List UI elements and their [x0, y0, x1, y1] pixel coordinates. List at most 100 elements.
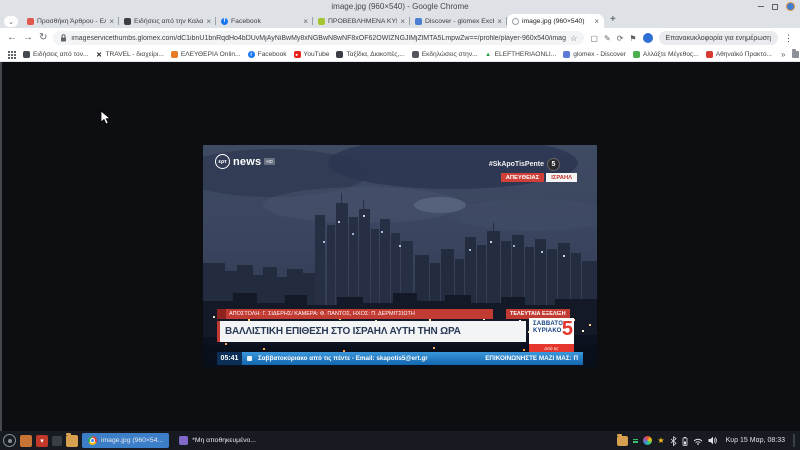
bookmark-athinaiko[interactable]: Αθηναϊκό Πρακτο...: [706, 51, 772, 58]
hashtag-text: #SkApoTisPente: [489, 161, 544, 168]
window-edge-line: [0, 62, 2, 431]
taskbar-window-editor[interactable]: *Μη αποθηκευμένο...: [173, 433, 262, 448]
taskbar-clock[interactable]: Κυρ 15 Μαρ, 08:33: [726, 437, 785, 444]
bookmark-label: Αθηναϊκό Πρακτο...: [716, 51, 772, 58]
task-label: image.jpg (960×54...: [101, 437, 163, 444]
refresh-extension-icon[interactable]: ⟳: [617, 34, 624, 43]
flag-extension-icon[interactable]: ⚑: [629, 34, 636, 43]
tab-image-jpg-active[interactable]: image.jpg (960×540) ×: [507, 14, 604, 28]
bookmark-label: Facebook: [258, 51, 287, 58]
tray-color-wheel-icon[interactable]: [643, 436, 652, 445]
extension-box-icon[interactable]: ▢: [590, 34, 598, 43]
tab-close-icon[interactable]: ×: [497, 17, 502, 26]
news-headline-banner: ΒΑΛΛΙΣΤΙΚΗ ΕΠΙΘΕΣΗ ΣΤΟ ΙΣΡΑΗΛ ΑΥΤΗ ΤΗΝ Ω…: [217, 321, 526, 342]
bookmark-label: Ταξίδια, Διακοπές,...: [346, 51, 404, 58]
facebook-bookmark-icon: f: [248, 51, 255, 58]
bookmark-eidiseis[interactable]: Ειδήσεις από τον...: [23, 51, 89, 58]
maximize-icon[interactable]: [772, 4, 778, 10]
tray-folder-icon[interactable]: [617, 436, 628, 446]
bookmark-label: Αλλάξτε Μέγεθος...: [643, 51, 699, 58]
minimize-icon[interactable]: [758, 6, 764, 8]
show-logo-number: 5: [562, 316, 573, 342]
eleftheriaonline-bookmark-icon: ▲: [485, 51, 492, 58]
url-text[interactable]: imageservicethumbs.glomex.com/dC1ibnU1bn…: [71, 35, 566, 42]
eleftheria-bookmark-icon: [171, 51, 178, 58]
discover-favicon-icon: [415, 18, 422, 25]
travel-bookmark-icon: ✕: [96, 51, 103, 58]
tray-star-icon[interactable]: ★: [657, 437, 664, 445]
show-desktop-button[interactable]: [793, 434, 795, 447]
news-video-image[interactable]: ερτ news HD #SkApoTisPente 5 ΑΠΕΥΘΕΙΑΣ Ι…: [203, 145, 597, 367]
tab-prosthiki-arthrou[interactable]: Προσθήκη Άρθρου - ΕΛΕΥΘ... ×: [22, 14, 119, 28]
ert-circle-icon: ερτ: [215, 154, 230, 169]
bookmark-star-icon[interactable]: ☆: [570, 34, 577, 43]
bookmark-taxidia[interactable]: Ταξίδια, Διακοπές,...: [336, 51, 404, 58]
hd-badge: HD: [264, 158, 275, 165]
page-content: ερτ news HD #SkApoTisPente 5 ΑΠΕΥΘΕΙΑΣ Ι…: [0, 62, 800, 431]
tab-close-icon[interactable]: ×: [303, 17, 308, 26]
file-manager-icon[interactable]: [66, 435, 78, 447]
system-tray: ★ Κυρ 15 Μαρ, 08:33: [617, 434, 797, 447]
tab-close-icon[interactable]: ×: [206, 17, 211, 26]
bookmark-ekdiloseis[interactable]: Εκδηλώσεις στην...: [412, 51, 478, 58]
savvato-kyriako-5-logo: ΣΑΒΒΑΤΟ ΚΥΡΙΑΚΟ 5 από τις: [529, 318, 574, 352]
bookmarks-overflow-chevron[interactable]: »: [781, 50, 785, 59]
news-ticker: 05:41 Σαββατοκύριακο από τις πέντε - Ema…: [217, 352, 583, 365]
tab-label: image.jpg (960×540): [522, 18, 591, 25]
lock-icon: [60, 34, 67, 42]
tab-eidiseis-kalamata[interactable]: Ειδήσεις από την Καλαμάτ... ×: [119, 14, 216, 28]
media-player-app-icon[interactable]: ▾: [36, 435, 48, 447]
events-bookmark-icon: [412, 51, 419, 58]
glomex-favicon-icon: [318, 18, 325, 25]
utility-app-icon[interactable]: [52, 436, 62, 446]
bookmark-facebook[interactable]: fFacebook: [248, 51, 287, 58]
eleftheria-favicon-icon: [27, 18, 34, 25]
bluetooth-icon[interactable]: [670, 436, 677, 446]
tab-facebook[interactable]: f Facebook ×: [216, 14, 313, 28]
wifi-icon[interactable]: [693, 437, 703, 445]
bookmark-travel[interactable]: ✕TRAVEL - διαχείρι...: [96, 51, 164, 58]
window-titlebar: image.jpg (960×540) - Google Chrome: [0, 0, 800, 13]
bookmark-eleftheriaonline[interactable]: ▲ELEFTHERIAONLI...: [485, 51, 557, 58]
apps-grid-icon[interactable]: [7, 50, 16, 59]
location-badge: ΙΣΡΑΗΛ: [546, 173, 577, 182]
tab-label: Discover - glomex Exchange: [425, 18, 494, 25]
orange-app-icon[interactable]: [20, 435, 32, 447]
ert-news-logo: ερτ news HD: [215, 154, 275, 169]
tab-provevlimena[interactable]: ΠΡΟΒΕΒΛΗΜΕΝΑ ΚΥΡΙΑΚ... ×: [313, 14, 410, 28]
tab-close-icon[interactable]: ×: [594, 17, 599, 26]
back-icon[interactable]: ←: [7, 33, 17, 43]
tab-close-icon[interactable]: ×: [109, 17, 114, 26]
bookmark-youtube[interactable]: ▸YouTube: [294, 51, 330, 58]
profile-avatar[interactable]: [643, 33, 653, 43]
tray-indicator-icon[interactable]: [633, 439, 638, 443]
battery-icon[interactable]: [682, 436, 688, 446]
volume-icon[interactable]: [708, 436, 718, 445]
live-badge: ΑΠΕΥΘΕΙΑΣ: [501, 173, 545, 182]
bookmark-label: YouTube: [304, 51, 330, 58]
profile-status-chip[interactable]: Επανακυκλοφορία για ενημέρωση: [659, 31, 778, 45]
tab-close-icon[interactable]: ×: [400, 17, 405, 26]
new-tab-button[interactable]: +: [610, 15, 616, 25]
reload-icon[interactable]: ↻: [39, 33, 47, 43]
bookmark-allaxte[interactable]: Αλλάξτε Μέγεθος...: [633, 51, 699, 58]
pen-extension-icon[interactable]: ✎: [604, 34, 611, 43]
live-badge-row: ΑΠΕΥΘΕΙΑΣ ΙΣΡΑΗΛ: [501, 173, 577, 182]
taskbar-window-chrome[interactable]: image.jpg (960×54...: [82, 433, 169, 448]
all-bookmarks-button[interactable]: Όλοι οι σελιδοδείκτες: [792, 48, 800, 62]
ticker-text: Σαββατοκύριακο από τις πέντε - Email: sk…: [258, 355, 428, 362]
address-bar[interactable]: imageservicethumbs.glomex.com/dC1ibnU1bn…: [53, 31, 584, 45]
tab-glomex-discover[interactable]: Discover - glomex Exchange ×: [410, 14, 507, 28]
bookmark-eleftheria[interactable]: ΕΛΕΥΘΕΡΙΑ Onlin...: [171, 51, 241, 58]
folder-icon: [792, 51, 798, 58]
app-launcher-icon[interactable]: [3, 434, 16, 447]
document-icon: [179, 436, 188, 445]
menu-kebab-icon[interactable]: ⋮: [784, 33, 793, 44]
bookmark-glomex[interactable]: glomex - Discover: [563, 51, 626, 58]
trips-bookmark-icon: [336, 51, 343, 58]
close-icon[interactable]: [786, 2, 795, 11]
bookmark-label: ELEFTHERIAONLI...: [495, 51, 557, 58]
forward-icon[interactable]: →: [23, 33, 33, 43]
tab-search-button[interactable]: ⌄: [4, 16, 18, 27]
mouse-cursor: [100, 110, 112, 126]
